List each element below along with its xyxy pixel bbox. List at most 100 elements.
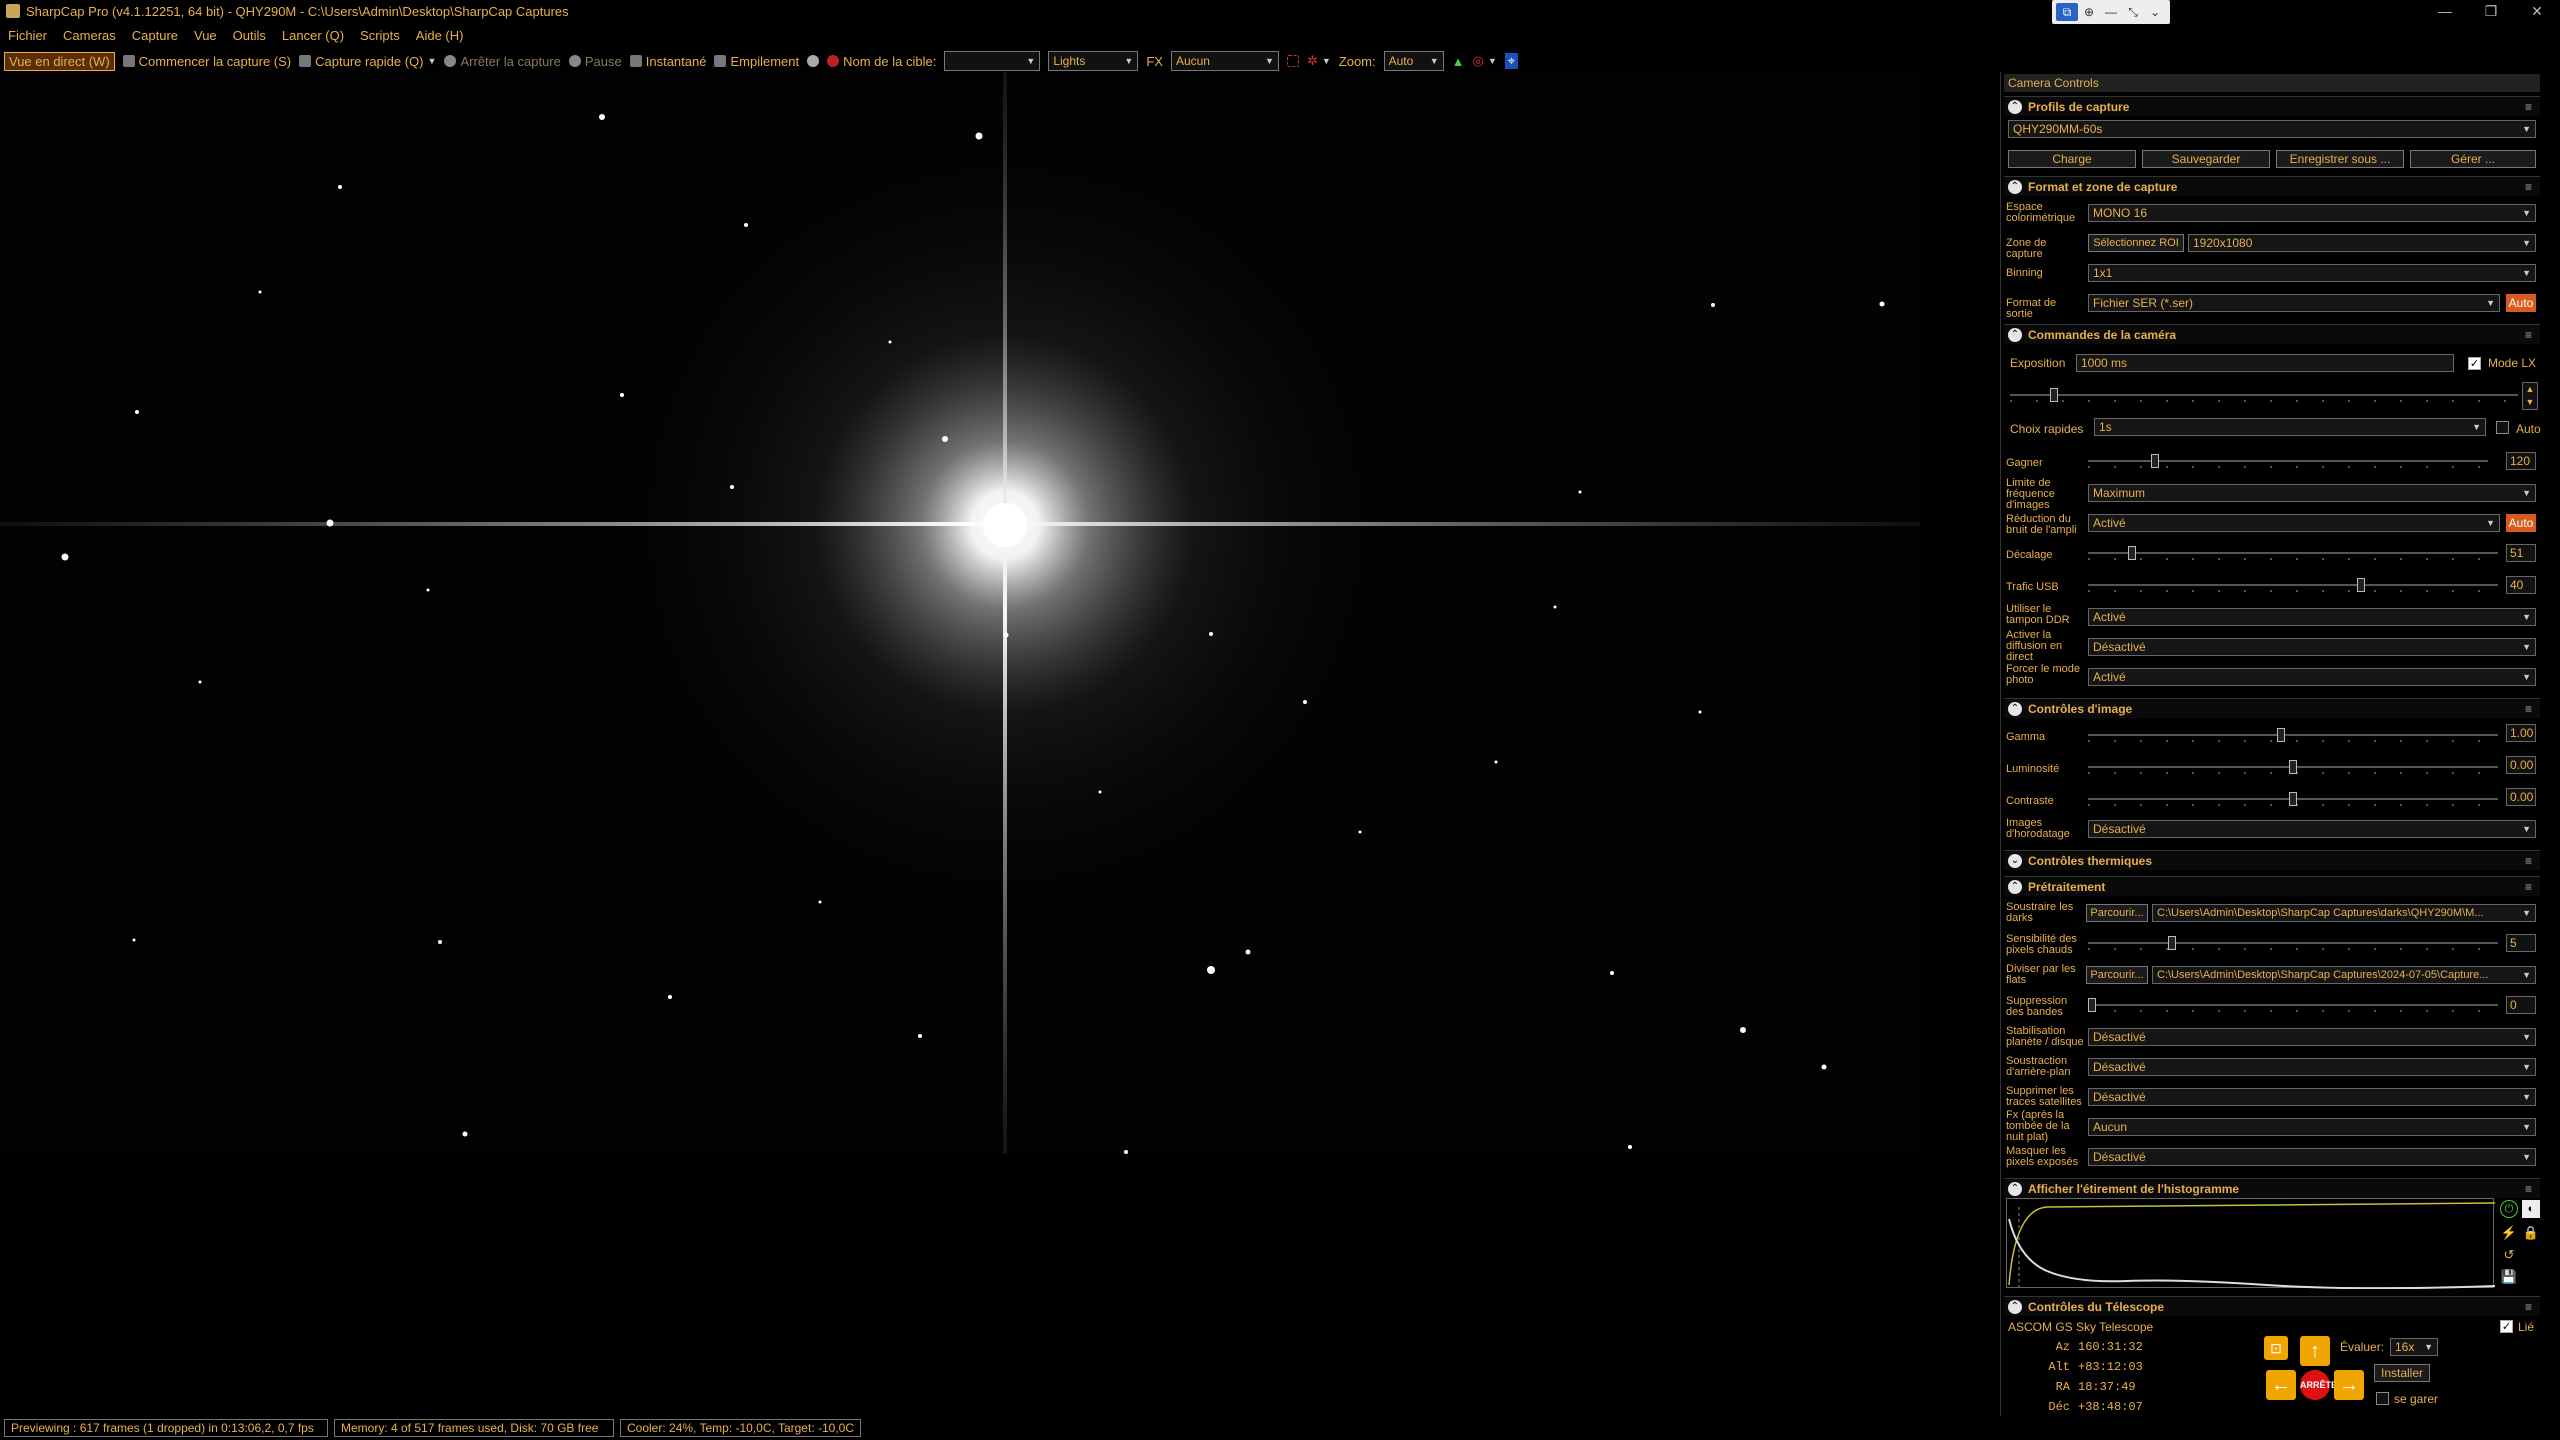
- record-indicator[interactable]: [807, 55, 820, 67]
- background-sub-select[interactable]: Désactivé ▼: [2088, 1058, 2536, 1076]
- chevron-down-icon[interactable]: ⌄: [2144, 3, 2166, 21]
- contrast-toggle-icon[interactable]: ◐: [2522, 1200, 2540, 1218]
- move-east-button[interactable]: →: [2334, 1370, 2364, 1400]
- rate-select[interactable]: 16x ▼: [2390, 1338, 2438, 1356]
- stabilization-select[interactable]: Désactivé ▼: [2088, 1028, 2536, 1046]
- colorspace-select[interactable]: MONO 16 ▼: [2088, 204, 2536, 222]
- section-format[interactable]: ⌃ Format et zone de capture ≡: [2004, 176, 2540, 196]
- offset-slider[interactable]: [2088, 546, 2498, 560]
- hamburger-icon[interactable]: ≡: [2525, 702, 2532, 716]
- save-icon[interactable]: 💾: [2500, 1268, 2518, 1286]
- banding-slider[interactable]: [2088, 998, 2498, 1012]
- luminosity-slider[interactable]: [2088, 760, 2498, 774]
- luminosity-value[interactable]: 0.00: [2506, 756, 2536, 774]
- flats-path-select[interactable]: C:\Users\Admin\Desktop\SharpCap Captures…: [2152, 966, 2536, 984]
- exposure-slider[interactable]: [2010, 388, 2518, 402]
- darks-browse-button[interactable]: Parcourir...: [2086, 904, 2148, 922]
- roi-tool[interactable]: [1286, 55, 1299, 67]
- hamburger-icon[interactable]: ≡: [2525, 328, 2532, 342]
- telescope-linked-checkbox[interactable]: ✓: [2500, 1320, 2513, 1333]
- live-view-image[interactable]: [0, 72, 1920, 1154]
- stop-capture-button[interactable]: Arrêter la capture: [444, 54, 561, 69]
- usb-value[interactable]: 40: [2506, 576, 2536, 594]
- gain-value[interactable]: 120: [2506, 452, 2536, 470]
- move-west-button[interactable]: ←: [2266, 1370, 2296, 1400]
- menu-cameras[interactable]: Cameras: [63, 28, 116, 43]
- hamburger-icon[interactable]: ≡: [2525, 180, 2532, 194]
- capture-overlay-icon[interactable]: ⧉: [2056, 3, 2078, 21]
- fx-select[interactable]: Aucun ▼: [1170, 51, 1279, 71]
- frame-type-select[interactable]: Lights ▼: [1048, 51, 1139, 71]
- select-roi-button[interactable]: Sélectionnez ROI: [2088, 234, 2184, 252]
- menu-scripts[interactable]: Scripts: [360, 28, 400, 43]
- banding-value[interactable]: 0: [2506, 996, 2536, 1014]
- shrink-icon[interactable]: ⤡: [2122, 3, 2144, 21]
- mask-select[interactable]: Désactivé ▼: [2088, 1148, 2536, 1166]
- roi-select[interactable]: 1920x1080 ▼: [2188, 234, 2536, 252]
- gamma-slider[interactable]: [2088, 728, 2498, 742]
- binning-select[interactable]: 1x1 ▼: [2088, 264, 2536, 282]
- gamma-value[interactable]: 1.00: [2506, 724, 2536, 742]
- live-view-button[interactable]: Vue en direct (W): [4, 51, 115, 71]
- reset-icon[interactable]: ↺: [2500, 1246, 2518, 1264]
- section-profiles[interactable]: ⌃ Profils de capture ≡: [2004, 96, 2540, 116]
- snapshot-button[interactable]: Instantané: [629, 54, 706, 69]
- section-camera[interactable]: ⌃ Commandes de la caméra ≡: [2004, 324, 2540, 344]
- ampnoise-select[interactable]: Activé ▼: [2088, 514, 2500, 532]
- menu-capture[interactable]: Capture: [132, 28, 178, 43]
- photo-mode-select[interactable]: Activé ▼: [2088, 668, 2536, 686]
- menu-help[interactable]: Aide (H): [416, 28, 464, 43]
- manage-profiles-button[interactable]: Gérer ...: [2410, 150, 2536, 168]
- polar-align-tool[interactable]: ⌖: [1504, 53, 1519, 69]
- contrast-slider[interactable]: [2088, 792, 2498, 806]
- close-button[interactable]: ✕: [2514, 0, 2560, 22]
- hot-pixels-value[interactable]: 5: [2506, 934, 2536, 952]
- offset-value[interactable]: 51: [2506, 544, 2536, 562]
- start-capture-button[interactable]: Commencer la capture (S): [122, 54, 291, 69]
- minimize-overlay-icon[interactable]: —: [2100, 3, 2122, 21]
- histogram-tool[interactable]: ▲: [1452, 54, 1465, 69]
- auto-stretch-icon[interactable]: ⏻: [2500, 1200, 2518, 1218]
- menu-tools[interactable]: Outils: [233, 28, 266, 43]
- quick-capture-button[interactable]: Capture rapide (Q) ▼: [299, 54, 436, 69]
- menu-launch[interactable]: Lancer (Q): [282, 28, 344, 43]
- section-image[interactable]: ⌃ Contrôles d'image ≡: [2004, 698, 2540, 718]
- usb-slider[interactable]: [2088, 578, 2498, 592]
- stop-slew-button[interactable]: ARRÊTE: [2300, 1370, 2337, 1400]
- reticle-tool[interactable]: ✲ ▼: [1307, 53, 1331, 69]
- stacking-button[interactable]: Empilement: [714, 54, 799, 69]
- section-preprocess[interactable]: ⌃ Prétraitement ≡: [2004, 876, 2540, 896]
- park-checkbox[interactable]: [2376, 1392, 2389, 1405]
- contrast-value[interactable]: 0.00: [2506, 788, 2536, 806]
- timestamp-select[interactable]: Désactivé ▼: [2088, 820, 2536, 838]
- section-thermal[interactable]: ⌄ Contrôles thermiques ≡: [2004, 850, 2540, 870]
- lightning-icon[interactable]: ⚡: [2500, 1224, 2518, 1242]
- darks-path-select[interactable]: C:\Users\Admin\Desktop\SharpCap Captures…: [2152, 904, 2536, 922]
- zoom-select[interactable]: Auto ▼: [1383, 51, 1444, 71]
- output-format-select[interactable]: Fichier SER (*.ser) ▼: [2088, 294, 2500, 312]
- track-icon[interactable]: ⊡: [2264, 1336, 2288, 1360]
- output-auto-button[interactable]: Auto: [2506, 294, 2536, 312]
- stream-select[interactable]: Désactivé ▼: [2088, 638, 2536, 656]
- profile-select[interactable]: QHY290MM-60s ▼: [2008, 120, 2536, 138]
- framerate-select[interactable]: Maximum ▼: [2088, 484, 2536, 502]
- histogram-graph[interactable]: [2006, 1198, 2496, 1290]
- section-histogram[interactable]: ⌃ Afficher l'étirement de l'histogramme ≡: [2004, 1178, 2540, 1198]
- gain-slider[interactable]: [2088, 454, 2488, 468]
- pause-button[interactable]: Pause: [568, 54, 622, 69]
- lock-icon[interactable]: 🔒: [2522, 1224, 2540, 1242]
- hamburger-icon[interactable]: ≡: [2525, 1300, 2532, 1314]
- move-north-button[interactable]: ↑: [2300, 1336, 2330, 1366]
- hot-pixels-slider[interactable]: [2088, 936, 2498, 950]
- chevron-down-icon[interactable]: ▼: [428, 56, 437, 66]
- satellite-select[interactable]: Désactivé ▼: [2088, 1088, 2536, 1106]
- section-telescope[interactable]: ⌃ Contrôles du Télescope ≡: [2004, 1296, 2540, 1316]
- exposure-stepper[interactable]: ▲ ▼: [2522, 382, 2538, 410]
- minimize-button[interactable]: —: [2422, 0, 2468, 22]
- load-profile-button[interactable]: Charge: [2008, 150, 2136, 168]
- install-button[interactable]: Installer: [2374, 1364, 2430, 1382]
- fx-post-select[interactable]: Aucun ▼: [2088, 1118, 2536, 1136]
- focus-tool[interactable]: ◎ ▼: [1473, 53, 1497, 69]
- hamburger-icon[interactable]: ≡: [2525, 854, 2532, 868]
- menu-view[interactable]: Vue: [194, 28, 217, 43]
